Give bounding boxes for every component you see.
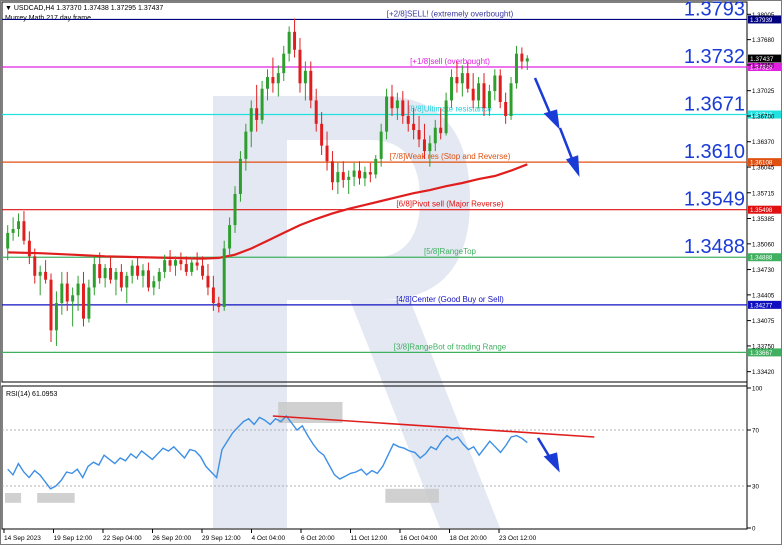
time-tick-label: 23 Oct 12:00 bbox=[499, 535, 537, 542]
level-label: [7/8]Weak res (Stop and Reverse) bbox=[390, 152, 511, 161]
time-tick-label: 16 Oct 04:00 bbox=[400, 535, 438, 542]
price-tick-label: 1.35060 bbox=[752, 241, 775, 248]
svg-text:1.37437: 1.37437 bbox=[750, 56, 774, 63]
level-label: [6/8]Pivot sell (Major Reverse) bbox=[396, 200, 503, 209]
level-big-label: 1.3732 bbox=[684, 46, 745, 68]
rsi-tick-label: 100 bbox=[752, 386, 763, 393]
rsi-zone bbox=[5, 493, 22, 503]
rsi-zone bbox=[385, 488, 439, 503]
indicator-name: Murrey Math 217 day frame bbox=[5, 15, 91, 22]
price-tick-label: 1.35715 bbox=[752, 190, 775, 197]
time-tick-label: 14 Sep 2023 bbox=[4, 535, 41, 542]
level-price-tag-text: 1.33667 bbox=[750, 350, 773, 357]
chart-window[interactable]: ▼ USDCAD,H4 1.37370 1.37438 1.37295 1.37… bbox=[0, 0, 782, 545]
price-tick-label: 1.33420 bbox=[752, 369, 775, 376]
time-tick-label: 6 Oct 20:00 bbox=[301, 535, 335, 542]
candle bbox=[222, 240, 226, 311]
price-tick-label: 1.36045 bbox=[752, 165, 775, 172]
time-tick-label: 26 Sep 20:00 bbox=[153, 535, 192, 542]
time-tick-label: 19 Sep 12:00 bbox=[54, 535, 93, 542]
level-big-label: 1.3488 bbox=[684, 236, 745, 258]
level-label: [3/8]RangeBot of trading Range bbox=[394, 342, 507, 351]
level-price-tag-text: 1.35498 bbox=[750, 207, 773, 214]
time-tick-label: 11 Oct 12:00 bbox=[351, 535, 388, 542]
price-tick-label: 1.35385 bbox=[752, 216, 775, 223]
price-axis: 1.38005 1.37680 1.37355 1.37025 1.36700 1.363… bbox=[747, 12, 775, 376]
level-price-tag-text: 1.34888 bbox=[750, 255, 773, 262]
price-tick-label: 1.34075 bbox=[752, 318, 775, 325]
level-big-label: 1.3671 bbox=[684, 94, 745, 116]
candle bbox=[509, 77, 513, 120]
time-tick-label: 22 Sep 04:00 bbox=[103, 535, 142, 542]
symbol-title: ▼ USDCAD,H4 1.37370 1.37438 1.37295 1.37… bbox=[5, 5, 163, 12]
price-tick-label: 1.36700 bbox=[752, 114, 775, 121]
level-label: [8/8]Ultimate resistance bbox=[408, 105, 492, 114]
level-big-label: 1.3549 bbox=[684, 189, 745, 211]
price-tick-label: 1.37355 bbox=[752, 62, 775, 69]
level-label: [5/8]RangeTop bbox=[424, 247, 477, 256]
price-tick-label: 1.34405 bbox=[752, 292, 775, 299]
rsi-title: RSI(14) 61.0953 bbox=[6, 391, 57, 398]
rsi-zone bbox=[37, 493, 75, 503]
current-price-tag: 1.37437 bbox=[748, 54, 781, 63]
time-tick-label: 29 Sep 12:00 bbox=[202, 535, 241, 542]
rsi-tick-label: 0 bbox=[752, 526, 756, 533]
level-big-label: 1.3793 bbox=[684, 0, 745, 20]
price-tick-label: 1.37680 bbox=[752, 37, 775, 44]
price-tick-label: 1.36370 bbox=[752, 139, 775, 146]
rsi-tick-label: 70 bbox=[752, 428, 759, 435]
price-tick-label: 1.37025 bbox=[752, 88, 775, 95]
rsi-tick-label: 30 bbox=[752, 484, 759, 491]
time-tick-label: 18 Oct 20:00 bbox=[450, 535, 488, 542]
price-tick-label: 1.38005 bbox=[752, 12, 775, 19]
level-label: [+2/8]SELL! (extremely overbought) bbox=[387, 9, 514, 18]
level-big-label: 1.3610 bbox=[684, 141, 745, 163]
level-label: [+1/8]sell (overbought) bbox=[410, 57, 490, 66]
level-label: [4/8]Center (Good Buy or Sell) bbox=[396, 295, 504, 304]
level-price-tag-text: 1.34277 bbox=[750, 302, 773, 309]
price-tick-label: 1.33750 bbox=[752, 343, 775, 350]
time-tick-label: 4 Oct 04:00 bbox=[252, 535, 286, 542]
chart-canvas[interactable]: ▼ USDCAD,H4 1.37370 1.37438 1.37295 1.37… bbox=[0, 0, 782, 545]
price-tick-label: 1.34730 bbox=[752, 267, 775, 274]
